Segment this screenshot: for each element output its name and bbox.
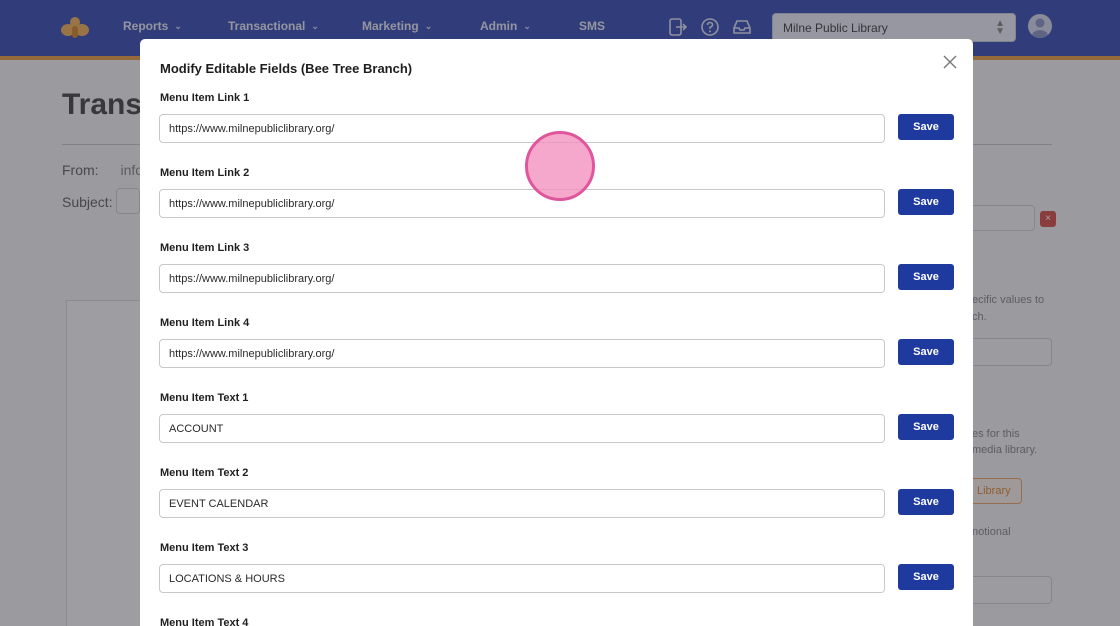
close-icon[interactable]	[941, 53, 959, 71]
click-indicator	[525, 131, 595, 201]
menu-item-link-4-input[interactable]	[159, 339, 885, 368]
field-label: Menu Item Text 1	[160, 392, 249, 404]
save-menu-item-link-3-button[interactable]: Save	[898, 264, 954, 290]
field-label: Menu Item Text 2	[160, 467, 249, 479]
menu-item-text-3-input[interactable]	[159, 564, 885, 593]
save-menu-item-text-1-button[interactable]: Save	[898, 414, 954, 440]
menu-item-link-2-input[interactable]	[159, 189, 885, 218]
save-menu-item-link-1-button[interactable]: Save	[898, 114, 954, 140]
field-label: Menu Item Text 4	[160, 617, 249, 626]
field-label: Menu Item Link 3	[160, 242, 250, 254]
save-menu-item-text-2-button[interactable]: Save	[898, 489, 954, 515]
field-label: Menu Item Link 4	[160, 317, 250, 329]
menu-item-text-1-input[interactable]	[159, 414, 885, 443]
menu-item-link-3-input[interactable]	[159, 264, 885, 293]
menu-item-link-1-input[interactable]	[159, 114, 885, 143]
field-label: Menu Item Link 1	[160, 92, 250, 104]
field-label: Menu Item Link 2	[160, 167, 250, 179]
edit-fields-modal: Modify Editable Fields (Bee Tree Branch)…	[140, 39, 973, 626]
field-label: Menu Item Text 3	[160, 542, 249, 554]
save-menu-item-text-3-button[interactable]: Save	[898, 564, 954, 590]
save-menu-item-link-2-button[interactable]: Save	[898, 189, 954, 215]
menu-item-text-2-input[interactable]	[159, 489, 885, 518]
modal-title: Modify Editable Fields (Bee Tree Branch)	[160, 61, 413, 76]
save-menu-item-link-4-button[interactable]: Save	[898, 339, 954, 365]
